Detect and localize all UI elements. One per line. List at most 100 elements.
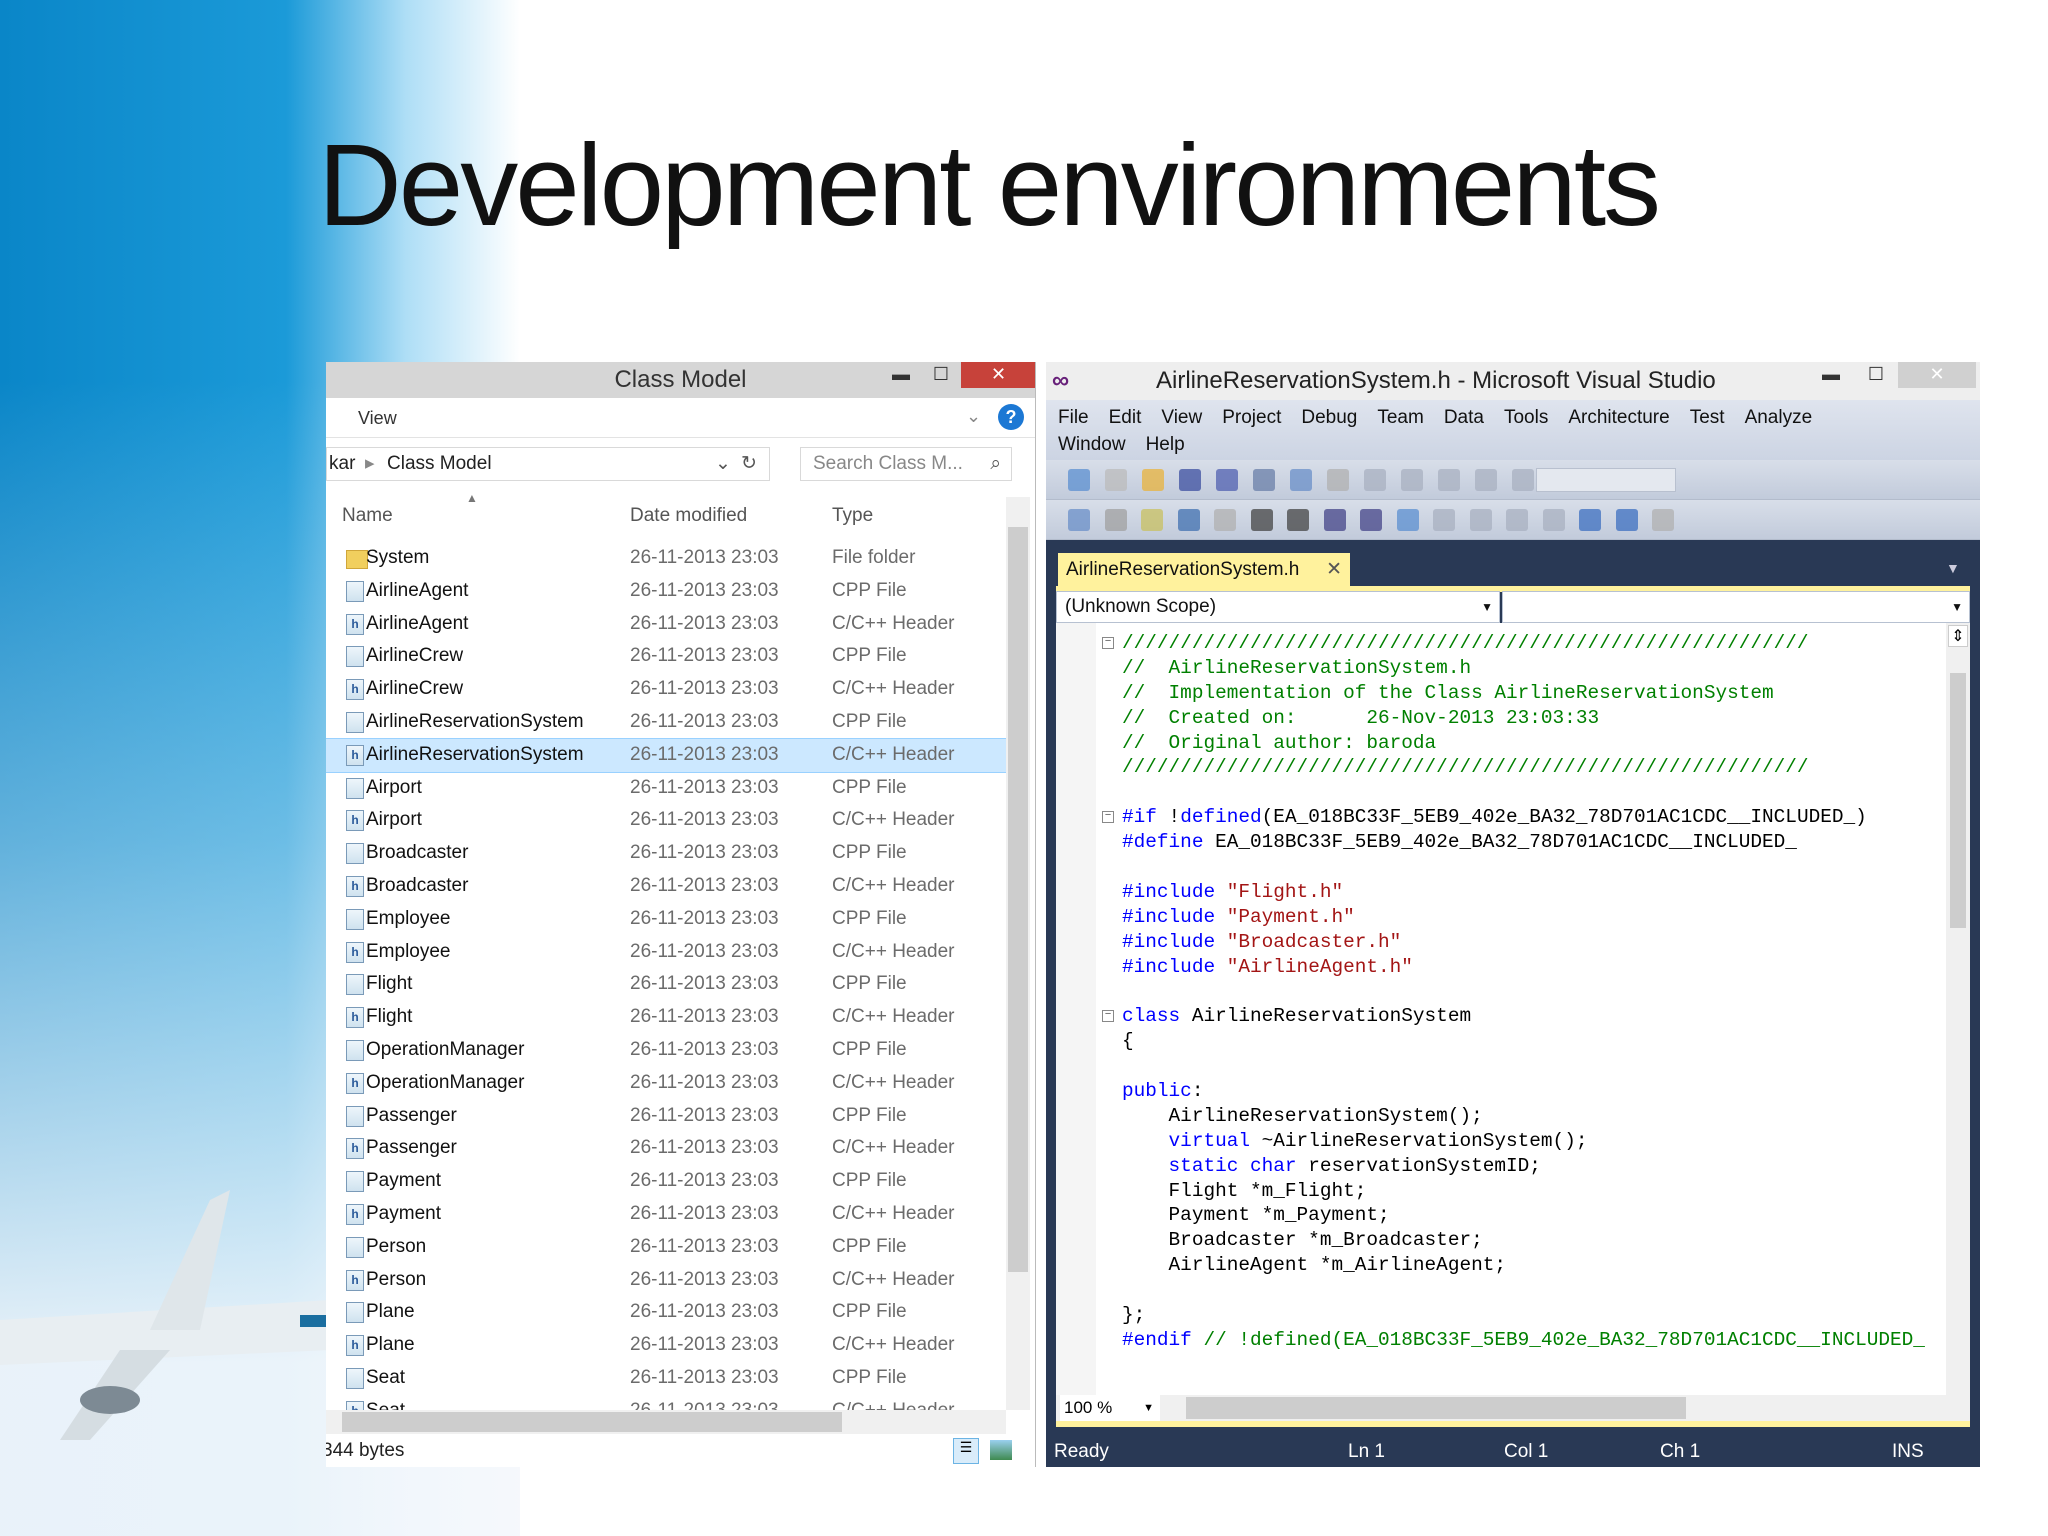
comment-icon[interactable]	[1323, 509, 1346, 531]
member-dropdown[interactable]: ▼	[1502, 591, 1970, 623]
clear-bookmarks-icon[interactable]	[1652, 509, 1674, 531]
add-item-icon[interactable]	[1105, 469, 1127, 491]
menu-test[interactable]: Test	[1690, 404, 1725, 431]
increase-indent-icon[interactable]	[1287, 509, 1309, 531]
breadcrumb-parent[interactable]: kar	[329, 448, 355, 480]
minimize-button[interactable]: ▬	[1816, 362, 1846, 388]
paste-icon[interactable]	[1327, 469, 1349, 491]
file-row[interactable]: OperationManager 26-11-2013 23:03 CPP File	[326, 1034, 1006, 1067]
column-header-type[interactable]: Type	[832, 505, 873, 527]
bookmark-icon[interactable]	[1396, 509, 1419, 531]
new-project-icon[interactable]	[1068, 469, 1090, 491]
address-dropdown-icon[interactable]: ⌄	[715, 448, 731, 480]
object-browser-icon[interactable]	[1104, 509, 1127, 531]
hscroll-thumb[interactable]	[342, 1412, 842, 1432]
vertical-scrollbar[interactable]	[1006, 497, 1030, 1410]
menu-team[interactable]: Team	[1377, 404, 1423, 431]
ribbon-tab-view[interactable]: View	[358, 408, 397, 429]
zoom-dropdown[interactable]: 100 % ▼	[1060, 1395, 1160, 1421]
scrollbar-thumb[interactable]	[1008, 527, 1028, 1272]
solution-config-dropdown[interactable]	[1536, 468, 1676, 492]
menu-data[interactable]: Data	[1444, 404, 1484, 431]
collapse-icon[interactable]: −	[1102, 1010, 1114, 1023]
list-members-icon[interactable]	[1214, 509, 1236, 531]
menu-file[interactable]: File	[1058, 404, 1089, 431]
menu-window[interactable]: Window	[1058, 431, 1126, 458]
file-row[interactable]: h Airport 26-11-2013 23:03 C/C++ Header	[326, 804, 1006, 837]
file-row[interactable]: h Passenger 26-11-2013 23:03 C/C++ Header	[326, 1132, 1006, 1165]
class-view-icon[interactable]	[1068, 509, 1090, 531]
address-bar[interactable]: kar ▸ Class Model ⌄ ↻	[326, 447, 770, 481]
file-row[interactable]: h Person 26-11-2013 23:03 C/C++ Header	[326, 1264, 1006, 1297]
copy-icon[interactable]	[1290, 469, 1312, 491]
file-row[interactable]: h AirlineCrew 26-11-2013 23:03 C/C++ Header	[326, 673, 1006, 706]
tab-close-icon[interactable]: ✕	[1326, 553, 1342, 586]
file-row[interactable]: Broadcaster 26-11-2013 23:03 CPP File	[326, 837, 1006, 870]
close-button[interactable]: ✕	[1898, 362, 1976, 388]
file-row[interactable]: Employee 26-11-2013 23:03 CPP File	[326, 903, 1006, 936]
file-row[interactable]: Payment 26-11-2013 23:03 CPP File	[326, 1165, 1006, 1198]
collapse-icon[interactable]: −	[1102, 637, 1114, 649]
maximize-button[interactable]: ☐	[926, 362, 956, 388]
prev-bookmark-icon[interactable]	[1433, 509, 1455, 531]
menu-view[interactable]: View	[1161, 404, 1202, 431]
close-button[interactable]: ✕	[961, 362, 1035, 388]
code-text[interactable]: −///////////////////////////////////////…	[1102, 631, 1925, 1353]
collapse-icon[interactable]: −	[1102, 811, 1114, 824]
file-row[interactable]: AirlineAgent 26-11-2013 23:03 CPP File	[326, 575, 1006, 608]
file-row[interactable]: hSeat 26-11-2013 23:03 C/C++ Header	[326, 1395, 1006, 1410]
file-row[interactable]: Plane 26-11-2013 23:03 CPP File	[326, 1296, 1006, 1329]
navigate-forward-icon[interactable]	[1475, 469, 1497, 491]
prev-bookmark-folder-icon[interactable]	[1506, 509, 1528, 531]
file-row[interactable]: Airport 26-11-2013 23:03 CPP File	[326, 772, 1006, 805]
file-row[interactable]: h Broadcaster 26-11-2013 23:03 C/C++ Header	[326, 870, 1006, 903]
menu-architecture[interactable]: Architecture	[1568, 404, 1669, 431]
large-icons-view-icon[interactable]	[990, 1440, 1012, 1460]
save-all-icon[interactable]	[1216, 469, 1238, 491]
next-bookmark-folder-icon[interactable]	[1542, 509, 1565, 531]
horizontal-scrollbar[interactable]	[326, 1410, 1006, 1434]
menu-debug[interactable]: Debug	[1301, 404, 1357, 431]
undo-icon[interactable]	[1364, 469, 1386, 491]
split-handle-icon[interactable]: ⇕	[1948, 625, 1968, 647]
file-row[interactable]: AirlineReservationSystem 26-11-2013 23:03…	[326, 706, 1006, 739]
scope-dropdown[interactable]: (Unknown Scope) ▼	[1056, 591, 1500, 623]
editor-hscroll-thumb[interactable]	[1186, 1397, 1686, 1419]
file-row[interactable]: h OperationManager 26-11-2013 23:03 C/C++ H…	[326, 1067, 1006, 1100]
navigate-back-icon[interactable]	[1438, 469, 1460, 491]
minimize-button[interactable]: ▬	[886, 362, 916, 388]
column-header-date[interactable]: Date modified	[630, 505, 747, 527]
file-row[interactable]: Person 26-11-2013 23:03 CPP File	[326, 1231, 1006, 1264]
next-bookmark-icon[interactable]	[1469, 509, 1492, 531]
file-row[interactable]: System 26-11-2013 23:03 File folder	[326, 542, 1006, 575]
file-row[interactable]: h Plane 26-11-2013 23:03 C/C++ Header	[326, 1329, 1006, 1362]
maximize-button[interactable]: ☐	[1861, 362, 1891, 388]
search-input[interactable]: Search Class M... ⌕	[800, 447, 1012, 481]
start-debug-icon[interactable]	[1512, 469, 1534, 491]
prev-bookmark-doc-icon[interactable]	[1579, 509, 1601, 531]
decrease-indent-icon[interactable]	[1250, 509, 1273, 531]
file-row[interactable]: h AirlineReservationSystem 26-11-2013 23:0…	[326, 737, 1006, 773]
file-row[interactable]: h Employee 26-11-2013 23:03 C/C++ Header	[326, 936, 1006, 969]
file-row[interactable]: h Flight 26-11-2013 23:03 C/C++ Header	[326, 1001, 1006, 1034]
format-icon[interactable]	[1177, 509, 1200, 531]
menu-analyze[interactable]: Analyze	[1745, 404, 1813, 431]
redo-icon[interactable]	[1401, 469, 1423, 491]
file-row[interactable]: Seat 26-11-2013 23:03 CPP File	[326, 1362, 1006, 1395]
help-icon[interactable]: ?	[998, 404, 1024, 430]
open-file-icon[interactable]	[1142, 469, 1164, 491]
menu-help[interactable]: Help	[1146, 431, 1185, 458]
details-view-icon[interactable]: ☰	[953, 1438, 979, 1464]
pointer-icon[interactable]	[1141, 509, 1163, 531]
ribbon-expand-icon[interactable]: ⌄	[966, 406, 981, 427]
editor-scroll-thumb[interactable]	[1950, 673, 1966, 928]
file-row[interactable]: AirlineCrew 26-11-2013 23:03 CPP File	[326, 640, 1006, 673]
tab-airlinereservationsystem-h[interactable]: AirlineReservationSystem.h ✕	[1058, 553, 1350, 586]
file-row[interactable]: h Payment 26-11-2013 23:03 C/C++ Header	[326, 1198, 1006, 1231]
uncomment-icon[interactable]	[1360, 509, 1382, 531]
breadcrumb-current[interactable]: Class Model	[387, 448, 492, 480]
menu-project[interactable]: Project	[1222, 404, 1281, 431]
editor-vertical-scrollbar[interactable]: ⇕	[1946, 623, 1970, 1395]
code-editor[interactable]: −///////////////////////////////////////…	[1056, 623, 1970, 1395]
next-bookmark-doc-icon[interactable]	[1615, 509, 1638, 531]
